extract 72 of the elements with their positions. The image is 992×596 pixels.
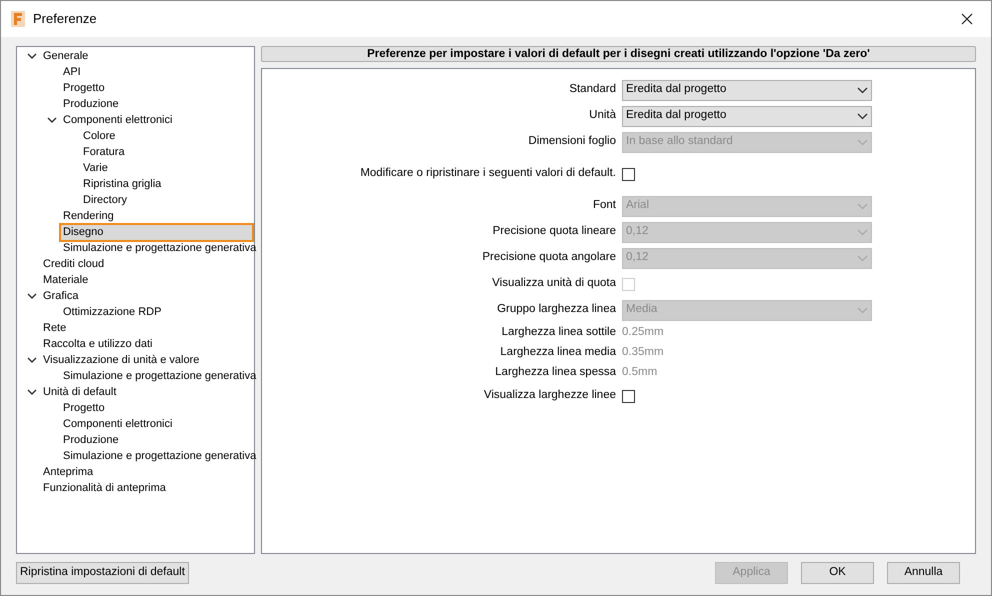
tree-item[interactable]: API [61,64,83,80]
chevron-down-icon [27,52,37,60]
tree-item[interactable]: Ripristina griglia [81,176,164,192]
chevron-down-icon [27,292,37,300]
field-label: Font [592,198,616,214]
tree-item[interactable]: Anteprima [41,464,96,480]
chevron-down-icon [857,202,868,210]
tree-item[interactable]: Generale [41,48,90,64]
tree-item[interactable]: Simulazione e progettazione generativa [61,368,258,384]
dropdown[interactable]: Eredita dal progetto [622,80,872,100]
field-label: Larghezza linea sottile [500,325,616,340]
field-label: Dimensioni foglio [527,134,616,150]
expand-toggle[interactable] [27,52,37,60]
chevron-down-icon [27,388,37,396]
value-text: 0.5mm [622,365,658,380]
tree-item[interactable]: Simulazione e progettazione generativa [61,448,258,464]
field-label: Gruppo larghezza linea [496,302,616,318]
field-label: Precisione quota angolare [481,250,616,266]
reset-defaults-button[interactable]: Ripristina impostazioni di default [16,562,189,584]
dialog-button[interactable]: Annulla [887,562,960,584]
tree-item[interactable]: Grafica [41,288,80,304]
dialog-button[interactable]: OK [801,562,874,584]
tree-item[interactable]: Produzione [61,96,121,112]
field-label: Visualizza larghezze linee [482,388,616,404]
tree-item[interactable]: Crediti cloud [41,256,106,272]
field-label: Precisione quota lineare [492,224,616,240]
expand-toggle[interactable] [27,292,37,300]
tree-item[interactable]: Varie [81,160,110,176]
field-label: Larghezza linea media [499,345,616,360]
tree-item[interactable]: Componenti elettronici [61,112,174,128]
chevron-down-icon [47,116,57,124]
window-title: Preferenze [33,10,98,28]
tree-item[interactable]: Funzionalità di anteprima [41,480,168,496]
tree-item[interactable]: Progetto [61,80,107,96]
tree-item[interactable]: Disegno [61,224,252,240]
value-text: 0.25mm [622,325,664,340]
app-logo-icon [11,11,25,27]
expand-toggle[interactable] [27,388,37,396]
dropdown[interactable]: Eredita dal progetto [622,106,872,126]
chevron-down-icon [27,356,37,364]
tree-item[interactable]: Rete [41,320,68,336]
tree-item[interactable]: Directory [81,192,130,208]
chevron-down-icon [857,254,868,262]
tree-item[interactable]: Colore [81,128,118,144]
chevron-down-icon [857,86,868,94]
checkbox[interactable] [622,168,635,180]
field-label: Modificare o ripristinare i seguenti valori di default. [359,166,616,182]
tree-item[interactable]: Raccolta e utilizzo dati [41,336,154,352]
section-header: Preferenze per impostare i valori di default per i disegni creati utilizzando l'opzione 'Da zero' [261,46,976,62]
chevron-down-icon [857,138,868,146]
tree-item[interactable]: Progetto [61,400,107,416]
tree-item[interactable]: Materiale [41,272,90,288]
tree-item[interactable]: Unità di default [41,384,118,400]
chevron-down-icon [857,228,868,236]
expand-toggle[interactable] [47,116,57,124]
close-icon [961,13,973,25]
chevron-down-icon [857,306,868,314]
field-label: Visualizza unità di quota [491,276,616,292]
tree-item[interactable]: Componenti elettronici [61,416,174,432]
tree-item[interactable]: Simulazione e progettazione generativa [61,240,258,256]
field-label: Unità [588,108,616,124]
field-label: Standard [568,82,616,98]
tree-item[interactable]: Rendering [61,208,116,224]
value-text: 0.35mm [622,345,664,360]
tree-item[interactable]: Produzione [61,432,121,448]
checkbox[interactable] [622,390,635,402]
tree-item[interactable]: Ottimizzazione RDP [61,304,164,320]
tree-item[interactable]: Foratura [81,144,127,160]
field-label: Larghezza linea spessa [494,365,616,380]
tree-item[interactable]: Visualizzazione di unità e valore [41,352,202,368]
expand-toggle[interactable] [27,356,37,364]
chevron-down-icon [857,112,868,120]
